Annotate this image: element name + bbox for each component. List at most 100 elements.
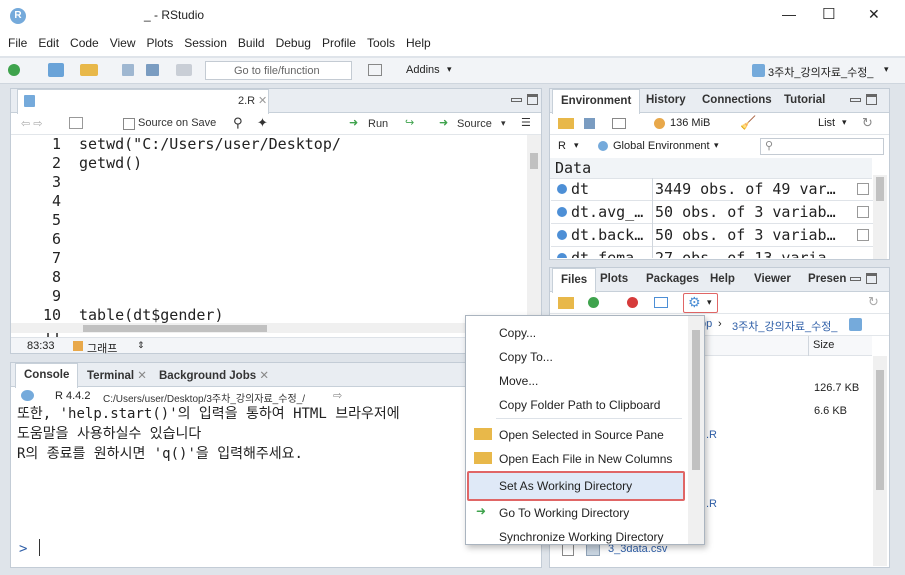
menu-item-set-working-directory-highlight[interactable]: Set As Working Directory <box>467 471 685 501</box>
source-on-save-checkbox[interactable] <box>123 118 135 130</box>
scrollbar-thumb[interactable] <box>692 330 700 470</box>
tab-viewer[interactable]: Viewer <box>746 268 799 292</box>
tab-packages[interactable]: Packages <box>638 268 707 292</box>
delete-icon[interactable] <box>627 297 638 308</box>
print-icon[interactable] <box>176 64 192 76</box>
save-workspace-icon[interactable] <box>584 118 595 129</box>
save-icon[interactable] <box>122 64 134 76</box>
load-workspace-icon[interactable] <box>558 118 574 129</box>
menu-item-copy[interactable]: Copy... <box>499 326 536 340</box>
menu-item-copy-to[interactable]: Copy To... <box>499 350 553 364</box>
scrollbar-thumb[interactable] <box>530 153 538 169</box>
outline-icon[interactable]: ☰ <box>521 116 531 129</box>
editor-horizontal-scrollbar[interactable] <box>11 323 527 333</box>
source-chevron-down-icon[interactable]: ▾ <box>501 118 506 129</box>
expand-icon[interactable] <box>557 184 567 194</box>
magic-wand-icon[interactable]: ✦ <box>257 115 268 131</box>
environment-row[interactable]: dt.back… 50 obs. of 3 variab… <box>551 224 873 247</box>
tab-plots[interactable]: Plots <box>592 268 636 292</box>
environment-row[interactable]: dt.fema… 27 obs. of 13 varia… <box>551 247 873 258</box>
new-file-icon[interactable] <box>8 64 20 76</box>
menu-edit[interactable]: Edit <box>30 32 62 50</box>
tab-background-jobs[interactable]: Background Jobs ✕ <box>151 363 277 387</box>
breadcrumb-folder[interactable]: 3주차_강의자료_수정_ <box>732 318 837 334</box>
pane-minimize-icon[interactable] <box>511 98 522 102</box>
view-chevron-down-icon[interactable]: ▾ <box>842 117 847 128</box>
tab-files[interactable]: Files <box>552 268 597 293</box>
language-select[interactable]: R <box>558 140 566 152</box>
source-icon[interactable]: ➜ <box>439 116 448 129</box>
menu-build[interactable]: Build <box>230 32 268 50</box>
search-icon[interactable]: ⚲ <box>233 115 243 131</box>
file-name-partial[interactable]: .R <box>706 429 717 441</box>
size-column-header[interactable]: Size <box>813 339 834 351</box>
view-mode-select[interactable]: List <box>818 117 835 129</box>
run-button[interactable]: Run <box>368 118 388 130</box>
project-name[interactable]: 3주차_강의자료_수정_ <box>768 64 873 80</box>
menu-item-synchronize-working-directory[interactable]: Synchronize Working Directory <box>499 530 664 544</box>
language-chevron-icon[interactable]: ▾ <box>574 140 579 151</box>
menu-tools[interactable]: Tools <box>359 32 398 50</box>
console-output[interactable]: 또한, 'help.start()'의 입력을 통하여 HTML 브라우저에 도… <box>17 403 527 563</box>
pane-minimize-icon[interactable] <box>850 277 861 281</box>
addins-chevron-down-icon[interactable]: ▾ <box>447 64 452 75</box>
environment-scrollbar[interactable] <box>873 175 887 259</box>
menu-scrollbar[interactable] <box>688 316 704 544</box>
menu-code[interactable]: Code <box>62 32 102 50</box>
file-name-partial[interactable]: .R <box>706 498 717 510</box>
tab-tutorial[interactable]: Tutorial <box>776 89 833 113</box>
pane-maximize-icon[interactable] <box>866 273 877 284</box>
scope-select[interactable]: Global Environment <box>613 140 710 152</box>
save-all-icon[interactable] <box>146 64 159 76</box>
new-blank-file-icon[interactable] <box>588 297 599 308</box>
rerun-icon[interactable]: ↪ <box>405 116 414 129</box>
open-folder-icon[interactable] <box>80 64 98 76</box>
rename-icon[interactable] <box>654 297 668 308</box>
new-project-icon[interactable] <box>48 63 64 77</box>
menu-item-move[interactable]: Move... <box>499 374 538 388</box>
menu-profile[interactable]: Profile <box>314 32 359 50</box>
more-gear-button[interactable]: ⚙ ▾ <box>683 293 718 313</box>
section-chevron-icon[interactable]: ⇕ <box>137 340 145 351</box>
tab-close-icon[interactable]: ✕ <box>259 370 269 382</box>
code-area[interactable]: 1 2 3 4 5 6 7 8 9 10 11 setwd("C:/Users/… <box>11 135 527 339</box>
close-button[interactable]: ✕ <box>868 6 880 23</box>
tab-help[interactable]: Help <box>702 268 743 292</box>
menu-item-set-as-working-directory[interactable]: Set As Working Directory <box>499 479 632 493</box>
menu-item-go-to-working-directory[interactable]: Go To Working Directory <box>499 506 629 520</box>
scope-chevron-icon[interactable]: ▾ <box>714 140 719 151</box>
addins-menu[interactable]: Addins <box>406 64 440 76</box>
scrollbar-thumb[interactable] <box>83 325 267 332</box>
editor-vertical-scrollbar[interactable] <box>527 135 541 331</box>
tab-close-icon[interactable]: ✕ <box>137 370 147 382</box>
pane-minimize-icon[interactable] <box>850 98 861 102</box>
project-chevron-down-icon[interactable]: ▾ <box>884 64 889 75</box>
import-dataset-icon[interactable] <box>612 118 626 129</box>
environment-search-input[interactable]: ⚲ <box>760 138 884 155</box>
grid-view-icon[interactable] <box>857 229 869 241</box>
tab-environment[interactable]: Environment <box>552 89 641 114</box>
files-refresh-icon[interactable]: ↻ <box>868 294 879 310</box>
source-button[interactable]: Source <box>457 118 492 130</box>
grid-layout-icon[interactable] <box>368 64 382 76</box>
tab-console[interactable]: Console <box>15 363 79 388</box>
scrollbar-thumb[interactable] <box>876 177 884 201</box>
tab-terminal[interactable]: Terminal ✕ <box>79 363 155 387</box>
menu-session[interactable]: Session <box>176 32 230 50</box>
goto-file-input[interactable]: Go to file/function <box>205 61 352 80</box>
section-name[interactable]: 그래프 <box>87 340 117 356</box>
grid-view-icon[interactable] <box>857 183 869 195</box>
minimize-button[interactable]: — <box>782 6 796 22</box>
tab-history[interactable]: History <box>638 89 694 113</box>
scrollbar-thumb[interactable] <box>876 370 884 490</box>
run-icon[interactable]: ➜ <box>349 116 358 129</box>
menu-debug[interactable]: Debug <box>268 32 314 50</box>
menu-file[interactable]: File <box>0 32 30 50</box>
refresh-icon[interactable]: ↻ <box>862 115 873 131</box>
new-folder-icon[interactable] <box>558 297 574 309</box>
broom-icon[interactable]: 🧹 <box>740 115 756 131</box>
pane-maximize-icon[interactable] <box>527 94 538 105</box>
menu-item-open-each-file-in-new-columns[interactable]: Open Each File in New Columns <box>499 452 672 466</box>
menu-item-copy-folder-path[interactable]: Copy Folder Path to Clipboard <box>499 398 660 412</box>
files-scrollbar[interactable] <box>873 356 887 566</box>
